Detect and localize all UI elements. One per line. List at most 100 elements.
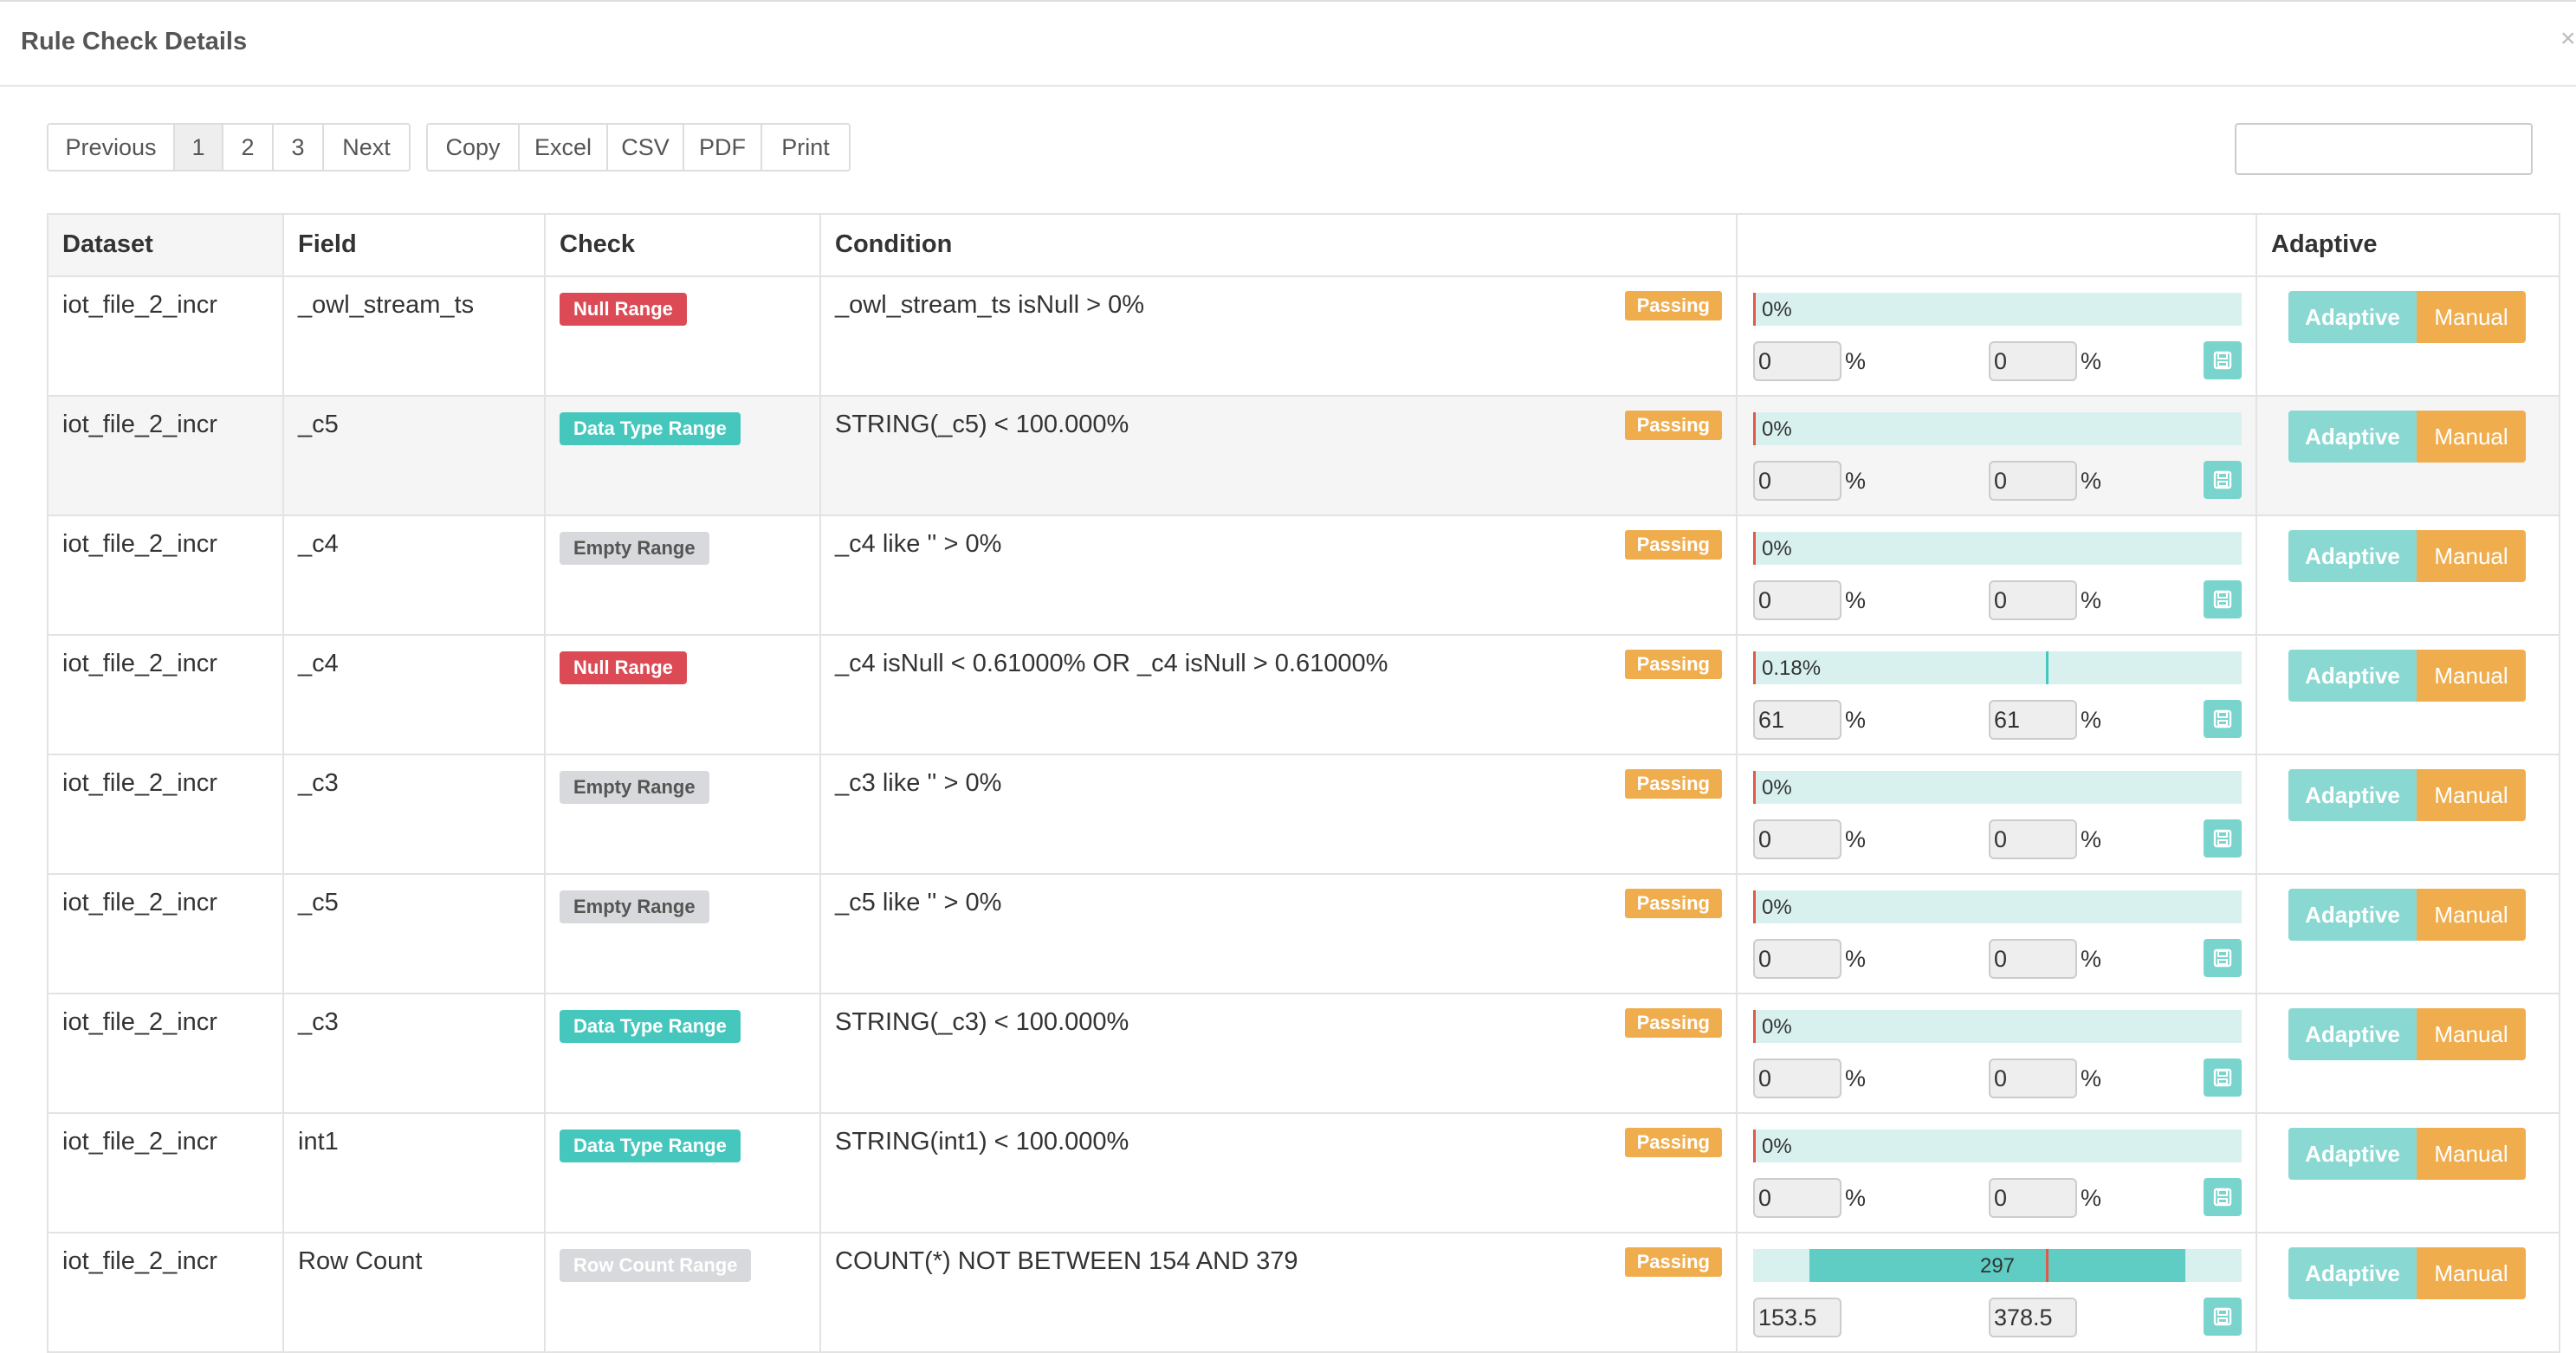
cell-dataset: iot_file_2_incr xyxy=(47,993,284,1114)
cell-check: Empty Range xyxy=(544,873,821,994)
low-bound-input[interactable]: 0 xyxy=(1753,341,1841,381)
adaptive-button[interactable]: Adaptive xyxy=(2288,769,2417,821)
check-type-badge: Empty Range xyxy=(560,890,709,923)
low-bound-input[interactable]: 0 xyxy=(1753,580,1841,620)
save-button[interactable] xyxy=(2204,1298,2242,1336)
cell-adaptive: Adaptive Manual xyxy=(2256,275,2560,397)
cell-dataset: iot_file_2_incr xyxy=(47,275,284,397)
column-header-adaptive[interactable]: Adaptive xyxy=(2256,213,2560,277)
high-bound-input[interactable]: 0 xyxy=(1989,819,2077,859)
high-bound-input[interactable]: 378.5 xyxy=(1989,1298,2077,1337)
save-button[interactable] xyxy=(2204,700,2242,738)
low-bound-input[interactable]: 0 xyxy=(1753,1178,1841,1218)
excel-button[interactable]: Excel xyxy=(520,125,608,170)
adaptive-button[interactable]: Adaptive xyxy=(2288,1128,2417,1180)
percent-sign: % xyxy=(1845,348,1867,374)
high-bound-input[interactable]: 0 xyxy=(1989,1178,2077,1218)
condition-text: COUNT(*) NOT BETWEEN 154 AND 379 xyxy=(835,1247,1298,1275)
save-button[interactable] xyxy=(2204,580,2242,618)
save-button[interactable] xyxy=(2204,1058,2242,1097)
manual-button[interactable]: Manual xyxy=(2417,530,2526,582)
adaptive-button[interactable]: Adaptive xyxy=(2288,530,2417,582)
cell-range: 0% 0% 0% xyxy=(1736,754,2257,875)
low-bound-input[interactable]: 0 xyxy=(1753,819,1841,859)
csv-button[interactable]: CSV xyxy=(608,125,684,170)
save-button[interactable] xyxy=(2204,1178,2242,1216)
manual-button[interactable]: Manual xyxy=(2417,650,2526,702)
high-bound-input[interactable]: 0 xyxy=(1989,461,2077,501)
page-3-button[interactable]: 3 xyxy=(274,125,324,170)
mode-toggle: Adaptive Manual xyxy=(2288,889,2526,941)
manual-button[interactable]: Manual xyxy=(2417,1247,2526,1299)
print-button[interactable]: Print xyxy=(762,125,849,170)
range-bar-low-marker xyxy=(1753,890,1756,923)
status-badge: Passing xyxy=(1624,650,1722,679)
high-bound-input[interactable]: 0 xyxy=(1989,580,2077,620)
cell-adaptive: Adaptive Manual xyxy=(2256,993,2560,1114)
range-bar-low-marker xyxy=(1753,1130,1756,1162)
cell-adaptive: Adaptive Manual xyxy=(2256,754,2560,875)
range-bar: 0% xyxy=(1753,532,2242,565)
adaptive-button[interactable]: Adaptive xyxy=(2288,889,2417,941)
manual-button[interactable]: Manual xyxy=(2417,889,2526,941)
table-row: iot_file_2_incr _c4 Empty Range _c4 like ''… xyxy=(47,515,2560,636)
high-bound-input[interactable]: 0 xyxy=(1989,939,2077,979)
cell-field: _c4 xyxy=(282,634,546,755)
status-badge: Passing xyxy=(1624,1008,1722,1038)
cell-field: _c4 xyxy=(282,515,546,636)
column-header-field[interactable]: Field xyxy=(282,213,546,277)
adaptive-button[interactable]: Adaptive xyxy=(2288,1247,2417,1299)
condition-text: _owl_stream_ts isNull > 0% xyxy=(835,291,1145,319)
low-bound-input[interactable]: 0 xyxy=(1753,939,1841,979)
mode-toggle: Adaptive Manual xyxy=(2288,1247,2526,1299)
mode-toggle: Adaptive Manual xyxy=(2288,1008,2526,1060)
high-bound-input[interactable]: 0 xyxy=(1989,341,2077,381)
adaptive-button[interactable]: Adaptive xyxy=(2288,291,2417,343)
copy-button[interactable]: Copy xyxy=(428,125,520,170)
percent-sign: % xyxy=(1845,1185,1867,1211)
percent-sign: % xyxy=(1845,946,1867,972)
save-button[interactable] xyxy=(2204,461,2242,499)
adaptive-button[interactable]: Adaptive xyxy=(2288,1008,2417,1060)
cell-adaptive: Adaptive Manual xyxy=(2256,634,2560,755)
manual-button[interactable]: Manual xyxy=(2417,1008,2526,1060)
previous-page-button[interactable]: Previous xyxy=(49,125,175,170)
mode-toggle: Adaptive Manual xyxy=(2288,291,2526,343)
range-bar-label: 0.18% xyxy=(1762,657,1822,680)
cell-check: Data Type Range xyxy=(544,1112,821,1233)
save-button[interactable] xyxy=(2204,939,2242,977)
pdf-button[interactable]: PDF xyxy=(684,125,762,170)
cell-check: Row Count Range xyxy=(544,1232,821,1353)
range-bar: 297 xyxy=(1753,1249,2242,1282)
save-button[interactable] xyxy=(2204,819,2242,858)
status-badge: Passing xyxy=(1624,769,1722,799)
low-bound-input[interactable]: 0 xyxy=(1753,1058,1841,1098)
high-bound-input[interactable]: 0 xyxy=(1989,1058,2077,1098)
mode-toggle: Adaptive Manual xyxy=(2288,411,2526,463)
range-bar: 0% xyxy=(1753,1010,2242,1043)
column-header-range[interactable] xyxy=(1736,213,2257,277)
low-bound-input[interactable]: 153.5 xyxy=(1753,1298,1841,1337)
manual-button[interactable]: Manual xyxy=(2417,291,2526,343)
manual-button[interactable]: Manual xyxy=(2417,1128,2526,1180)
low-bound-input[interactable]: 0 xyxy=(1753,461,1841,501)
cell-adaptive: Adaptive Manual xyxy=(2256,1112,2560,1233)
cell-adaptive: Adaptive Manual xyxy=(2256,395,2560,516)
column-header-condition[interactable]: Condition xyxy=(819,213,1738,277)
page-2-button[interactable]: 2 xyxy=(223,125,274,170)
manual-button[interactable]: Manual xyxy=(2417,411,2526,463)
adaptive-button[interactable]: Adaptive xyxy=(2288,650,2417,702)
adaptive-button[interactable]: Adaptive xyxy=(2288,411,2417,463)
column-header-check[interactable]: Check xyxy=(544,213,821,277)
high-bound-input[interactable]: 61 xyxy=(1989,700,2077,740)
manual-button[interactable]: Manual xyxy=(2417,769,2526,821)
column-header-dataset[interactable]: Dataset xyxy=(47,213,284,277)
save-button[interactable] xyxy=(2204,341,2242,379)
cell-field: Row Count xyxy=(282,1232,546,1353)
page-1-button[interactable]: 1 xyxy=(175,125,223,170)
next-page-button[interactable]: Next xyxy=(324,125,409,170)
table-row: iot_file_2_incr _c3 Data Type Range STRING(… xyxy=(47,993,2560,1114)
low-bound-input[interactable]: 61 xyxy=(1753,700,1841,740)
search-input[interactable] xyxy=(2235,123,2533,175)
close-icon[interactable]: × xyxy=(2560,24,2576,54)
